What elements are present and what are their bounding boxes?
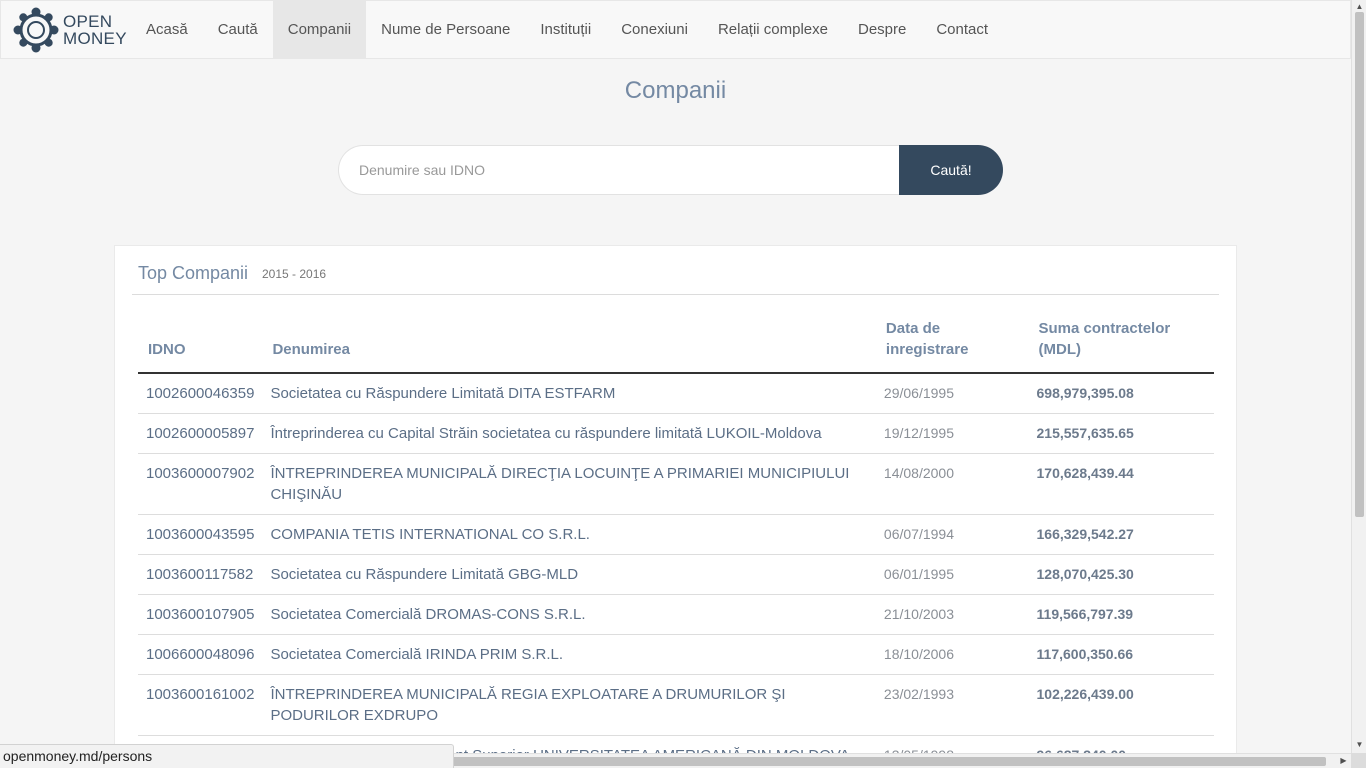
logo-text: OPEN MONEY — [63, 13, 127, 47]
scroll-down-arrow-icon[interactable]: ▼ — [1352, 740, 1366, 749]
column-header-name[interactable]: Denumirea — [262, 314, 876, 374]
vertical-scrollbar-thumb[interactable] — [1355, 12, 1364, 517]
vertical-scrollbar[interactable]: ▲ ▼ — [1351, 0, 1366, 753]
logo-link[interactable]: OPEN MONEY — [1, 1, 131, 58]
cell-idno[interactable]: 1003600117582 — [138, 554, 263, 595]
table-row: 1003600107905 Societatea Comercială DROM… — [138, 594, 1214, 635]
search-button[interactable]: Caută! — [899, 145, 1003, 195]
link-status-bar: openmoney.md/persons — [0, 744, 454, 768]
cell-company-name[interactable]: ÎNTREPRINDEREA MUNICIPALĂ DIRECŢIA LOCUI… — [262, 453, 876, 515]
cell-contracts-sum: 698,979,395.08 — [1028, 373, 1214, 414]
cell-registration-date: 21/10/2003 — [875, 594, 1029, 635]
table-row: 1003600117582 Societatea cu Răspundere L… — [138, 554, 1214, 595]
nav-item-institutii[interactable]: Instituții — [525, 1, 606, 58]
logo-text-line1: OPEN — [63, 11, 113, 31]
logo-text-line2: MONEY — [63, 28, 127, 48]
scrollbar-corner — [1351, 753, 1366, 768]
cell-registration-date: 14/08/2000 — [875, 453, 1029, 515]
top-navbar: OPEN MONEY Acasă Caută Companii Nume de … — [0, 0, 1351, 59]
scroll-up-arrow-icon[interactable]: ▲ — [1352, 2, 1366, 11]
nav-item-label: Contact — [936, 21, 989, 38]
cell-contracts-sum: 119,566,797.39 — [1028, 594, 1214, 635]
openmoney-logo-icon — [13, 7, 59, 52]
cell-company-name[interactable]: Societatea Comercială IRINDA PRIM S.R.L. — [262, 634, 876, 675]
search-input[interactable] — [338, 145, 899, 195]
companies-table: IDNO Denumirea Data de inregistrare Suma… — [138, 314, 1214, 768]
cell-company-name[interactable]: Societatea Comercială DROMAS-CONS S.R.L. — [262, 594, 876, 635]
cell-idno[interactable]: 1006600048096 — [138, 634, 263, 675]
nav-item-despre[interactable]: Despre — [843, 1, 921, 58]
cell-company-name[interactable]: ÎNTREPRINDEREA MUNICIPALĂ REGIA EXPLOATA… — [262, 674, 876, 736]
cell-company-name[interactable]: COMPANIA TETIS INTERNATIONAL CO S.R.L. — [262, 514, 876, 555]
panel-header: Top Companii 2015 - 2016 — [132, 246, 1219, 295]
column-header-idno[interactable]: IDNO — [138, 314, 263, 374]
nav-item-label: Despre — [857, 21, 907, 38]
page-title: Companii — [624, 77, 727, 104]
cell-contracts-sum: 117,600,350.66 — [1028, 634, 1214, 675]
cell-contracts-sum: 166,329,542.27 — [1028, 514, 1214, 555]
cell-contracts-sum: 215,557,635.65 — [1028, 413, 1214, 454]
table-header-row: IDNO Denumirea Data de inregistrare Suma… — [138, 314, 1214, 374]
nav-item-label: Relații complexe — [717, 21, 828, 38]
nav-item-conexiuni[interactable]: Conexiuni — [606, 1, 703, 58]
table-row: 1002600005897 Întreprinderea cu Capital … — [138, 413, 1214, 454]
cell-idno[interactable]: 1003600007902 — [138, 453, 263, 515]
table-row: 1003600161002 ÎNTREPRINDEREA MUNICIPALĂ … — [138, 674, 1214, 736]
nav-item-cauta[interactable]: Caută — [203, 1, 273, 58]
nav-item-label: Nume de Persoane — [381, 21, 511, 38]
nav-item-acasa[interactable]: Acasă — [131, 1, 203, 58]
cell-company-name[interactable]: Societatea cu Răspundere Limitată DITA E… — [262, 373, 876, 414]
panel-period: 2015 - 2016 — [262, 267, 327, 281]
cell-registration-date: 23/02/1993 — [875, 674, 1029, 736]
nav-item-relatii-complexe[interactable]: Relații complexe — [703, 1, 843, 58]
cell-idno[interactable]: 1003600043595 — [138, 514, 263, 555]
cell-registration-date: 19/12/1995 — [875, 413, 1029, 454]
cell-contracts-sum: 102,226,439.00 — [1028, 674, 1214, 736]
table-row: 1006600048096 Societatea Comercială IRIN… — [138, 634, 1214, 675]
cell-idno[interactable]: 1003600161002 — [138, 674, 263, 736]
table-row: 1002600046359 Societatea cu Răspundere L… — [138, 373, 1214, 414]
nav-item-label: Acasă — [146, 21, 188, 38]
nav-item-label: Caută — [217, 21, 258, 38]
cell-idno[interactable]: 1002600005897 — [138, 413, 263, 454]
cell-registration-date: 06/01/1995 — [875, 554, 1029, 595]
cell-company-name[interactable]: Societatea cu Răspundere Limitată GBG-ML… — [262, 554, 876, 595]
cell-contracts-sum: 170,628,439.44 — [1028, 453, 1214, 515]
panel-title: Top Companii — [138, 263, 249, 283]
table-row: 1003600007902 ÎNTREPRINDEREA MUNICIPALĂ … — [138, 453, 1214, 515]
nav-item-label: Instituții — [540, 21, 592, 38]
cell-idno[interactable]: 1002600046359 — [138, 373, 263, 414]
cell-contracts-sum: 128,070,425.30 — [1028, 554, 1214, 595]
cell-idno[interactable]: 1003600107905 — [138, 594, 263, 635]
scroll-right-arrow-icon[interactable]: ▶ — [1336, 756, 1351, 765]
cell-registration-date: 29/06/1995 — [875, 373, 1029, 414]
nav-item-nume-de-persoane[interactable]: Nume de Persoane — [366, 1, 525, 58]
column-header-date[interactable]: Data de inregistrare — [875, 314, 1029, 374]
nav-item-contact[interactable]: Contact — [921, 1, 1003, 58]
top-companies-panel: Top Companii 2015 - 2016 IDNO Denumirea … — [114, 245, 1237, 768]
cell-registration-date: 18/10/2006 — [875, 634, 1029, 675]
table-row: 1003600043595 COMPANIA TETIS INTERNATION… — [138, 514, 1214, 555]
nav-item-label: Conexiuni — [621, 21, 688, 38]
search-bar: Caută! — [338, 145, 1003, 195]
column-header-sum[interactable]: Suma contractelor (MDL) — [1028, 314, 1214, 374]
nav-item-companii[interactable]: Companii — [272, 1, 367, 58]
nav-item-label: Companii — [287, 21, 352, 38]
cell-registration-date: 06/07/1994 — [875, 514, 1029, 555]
cell-company-name[interactable]: Întreprinderea cu Capital Străin societa… — [262, 413, 876, 454]
